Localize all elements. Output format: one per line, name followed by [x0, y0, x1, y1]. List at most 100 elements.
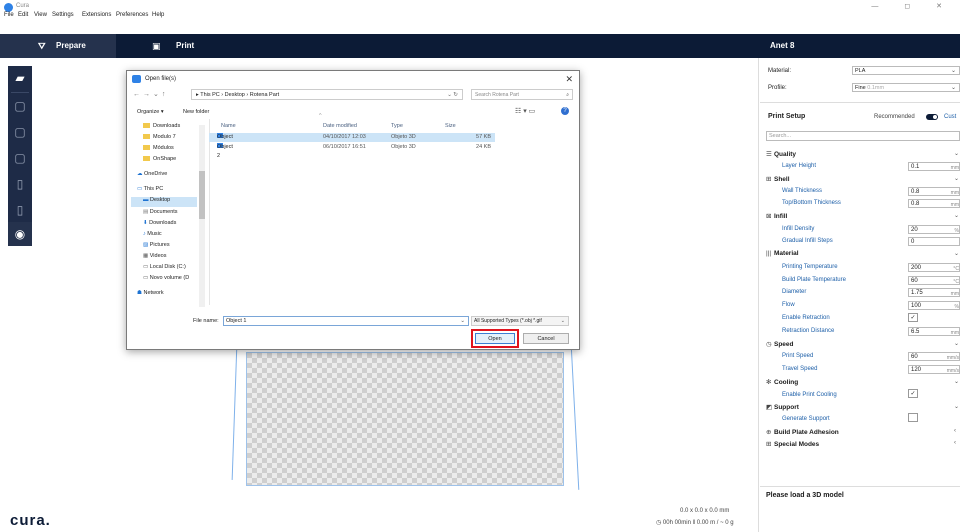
print-temp-input[interactable]: 200 °C	[908, 263, 960, 272]
nav-item-selected[interactable]: ▬ Desktop	[131, 197, 197, 207]
category-adhesion[interactable]: ⊕ Build Plate Adhesion	[766, 428, 839, 436]
breadcrumb-desktop[interactable]: Desktop	[225, 92, 245, 98]
menu-extensions[interactable]: Extensions	[82, 12, 111, 18]
retraction-distance-input[interactable]: 6.5 mm	[908, 327, 960, 336]
category-special-modes[interactable]: ⊞ Special Modes	[766, 440, 819, 448]
menu-edit[interactable]: Edit	[18, 12, 28, 18]
nav-item[interactable]: Downloads	[143, 123, 180, 129]
model-dimensions: 0.0 x 0.0 x 0.0 mm	[680, 508, 730, 514]
address-bar[interactable]: ▸ This PC › Desktop › Rotena Part ⌄ ↻	[191, 89, 463, 100]
view-mode-eye-icon[interactable]: ◉	[8, 222, 32, 246]
recommended-mode[interactable]: Recommended	[874, 114, 915, 120]
nav-item[interactable]: ▭ Local Disk (C:)	[143, 264, 186, 270]
nav-item[interactable]: ☁ OneDrive	[137, 171, 167, 177]
chevron-right-icon[interactable]: ‹	[954, 428, 956, 434]
file-type-filter[interactable]: All Supported Types (*.obj *.gif ⌄	[471, 316, 569, 326]
nav-scrollbar-thumb[interactable]	[199, 171, 205, 219]
open-file-dialog: Open file(s) ✕ ←→⌄↑ ▸ This PC › Desktop …	[126, 70, 580, 350]
chevron-down-icon[interactable]: ⌄	[954, 150, 959, 157]
window-controls[interactable]: — ◻ ✕	[871, 2, 954, 10]
column-header-type[interactable]: Type	[391, 123, 403, 129]
pc-icon: ▭	[137, 186, 144, 192]
infill-density-input[interactable]: 20%	[908, 225, 960, 234]
nav-item[interactable]: ▭ This PC	[137, 186, 163, 192]
menu-settings[interactable]: Settings	[52, 12, 74, 18]
nav-item[interactable]: ▭ Novo volume (D	[143, 275, 189, 281]
breadcrumb-this-pc[interactable]: This PC	[200, 92, 220, 98]
gradual-infill-input[interactable]: 0	[908, 237, 960, 246]
folder-icon	[143, 123, 150, 129]
nav-item[interactable]: ⬇ Downloads	[143, 220, 176, 226]
nav-item[interactable]: ☗ Network	[137, 290, 164, 296]
open-file-icon[interactable]: ▰	[8, 66, 32, 90]
folder-icon	[143, 134, 150, 140]
chevron-down-icon[interactable]: ⌄	[954, 175, 959, 182]
category-speed[interactable]: ◷ Speed	[766, 340, 794, 348]
organize-menu[interactable]: Organize ▾	[137, 109, 164, 115]
top-bottom-thickness-input[interactable]: 0.8 mm	[908, 199, 960, 208]
file-row[interactable]: Object 2 06/10/2017 16:51 Objeto 3D 24 K…	[209, 143, 495, 159]
category-quality[interactable]: ☰ Quality	[766, 150, 796, 158]
category-shell[interactable]: ⊞ Shell	[766, 175, 790, 183]
nav-item[interactable]: ▦ Videos	[143, 253, 166, 259]
bed-temp-input[interactable]: 60 °C	[908, 276, 960, 285]
nav-item[interactable]: ♪ Music	[143, 231, 162, 237]
chevron-down-icon[interactable]: ⌄	[954, 250, 959, 257]
view-options-icon[interactable]: ☷ ▾ ▭	[515, 107, 535, 115]
scale-icon[interactable]: ▢	[8, 120, 32, 144]
mirror-icon[interactable]: ▯	[8, 172, 32, 196]
wall-thickness-input[interactable]: 0.8 mm	[908, 187, 960, 196]
menu-file[interactable]: File	[4, 12, 14, 18]
category-material[interactable]: ||| Material	[766, 250, 799, 257]
column-header-name[interactable]: Name	[221, 123, 236, 129]
flow-input[interactable]: 100%	[908, 301, 960, 310]
material-select[interactable]: PLA ⌄	[852, 66, 960, 75]
nav-item[interactable]: Módulos	[143, 145, 174, 151]
profile-select[interactable]: Fine 0.1mm ⌄	[852, 83, 960, 92]
travel-speed-input[interactable]: 120 mm/s	[908, 365, 960, 374]
column-header-date[interactable]: Date modified	[323, 123, 357, 129]
shell-icon: ⊞	[766, 176, 772, 183]
custom-mode[interactable]: Cust	[944, 114, 956, 120]
close-icon[interactable]: ✕	[565, 74, 573, 85]
generate-support-checkbox[interactable]	[908, 413, 918, 422]
settings-search-input[interactable]: Search...	[766, 131, 960, 141]
printer-name[interactable]: Anet 8	[770, 34, 794, 58]
menu-view[interactable]: View	[34, 12, 47, 18]
layer-height-input[interactable]: 0.1 mm	[908, 162, 960, 171]
enable-retraction-checkbox[interactable]: ✓	[908, 313, 918, 322]
category-infill[interactable]: ⊠ Infill	[766, 212, 787, 220]
category-cooling[interactable]: ✻ Cooling	[766, 378, 798, 386]
print-speed-input[interactable]: 60 mm/s	[908, 352, 960, 361]
chevron-right-icon[interactable]: ‹	[954, 440, 956, 446]
tab-print[interactable]: ▣ Print	[150, 34, 210, 58]
nav-item[interactable]: OnShape	[143, 156, 176, 162]
chevron-down-icon[interactable]: ⌄	[954, 403, 959, 410]
category-support[interactable]: ◩ Support	[766, 403, 799, 411]
diameter-input[interactable]: 1.75 mm	[908, 288, 960, 297]
new-folder-button[interactable]: New folder	[183, 109, 209, 115]
nav-item[interactable]: ▤ Documents	[143, 209, 178, 215]
tab-prepare[interactable]: ⛛ Prepare	[0, 34, 116, 58]
breadcrumb-folder[interactable]: Rotena Part	[250, 92, 279, 98]
cancel-button[interactable]: Cancel	[523, 333, 569, 344]
file-row-selected[interactable]: Object 1 04/10/2017 12:03 Objeto 3D 57 K…	[209, 133, 495, 149]
menu-preferences[interactable]: Preferences	[116, 12, 148, 18]
column-header-size[interactable]: Size	[445, 123, 456, 129]
enable-cooling-checkbox[interactable]: ✓	[908, 389, 918, 398]
dialog-search-input[interactable]: Search Rotena Part ⌕	[471, 89, 573, 100]
per-model-settings-icon[interactable]: ▯	[8, 198, 32, 222]
file-name-input[interactable]: Object 1 ⌄	[223, 316, 469, 326]
infill-icon: ⊠	[766, 213, 772, 220]
chevron-down-icon[interactable]: ⌄	[954, 378, 959, 385]
rotate-icon[interactable]: ▢	[8, 146, 32, 170]
chevron-down-icon[interactable]: ⌄	[954, 340, 959, 347]
nav-item[interactable]: ▨ Pictures	[143, 242, 170, 248]
nav-arrows[interactable]: ←→⌄↑	[133, 90, 168, 98]
menu-help[interactable]: Help	[152, 12, 164, 18]
move-icon[interactable]: ▢	[8, 94, 32, 118]
chevron-down-icon[interactable]: ⌄	[954, 212, 959, 219]
nav-item[interactable]: Modulo 7	[143, 134, 176, 140]
help-icon[interactable]: ?	[561, 107, 569, 115]
refresh-icon[interactable]: ⌄ ↻	[447, 90, 458, 100]
